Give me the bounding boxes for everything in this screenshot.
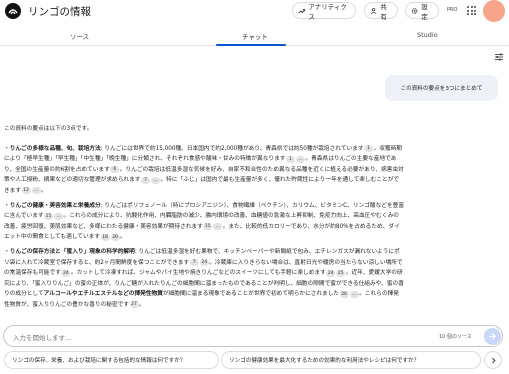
analytics-button[interactable]: アナリティクス — [292, 2, 356, 21]
point-3-title: りんごの保存方法と「蜜入り」現象の科学的解明 — [9, 248, 135, 255]
citation-chip[interactable]: 7 — [189, 259, 199, 267]
citation-chip[interactable]: 12 — [21, 187, 31, 195]
user-message-bubble: この資料の要点を3つにまとめて — [385, 75, 498, 101]
panel-tabs: ソース チャット Studio — [0, 27, 509, 46]
notebook-title[interactable]: リンゴの情報 — [28, 4, 91, 19]
point-1-text: 。 — [41, 187, 47, 194]
citation-chip[interactable]: 7 — [141, 176, 150, 184]
answer-point-2: ・りんごの健康・美容効果と栄養成分: りんごはポリフェノール（特にプロシアニジン… — [4, 202, 405, 241]
point-3-text: 。 — [139, 301, 145, 308]
gear-icon — [411, 7, 418, 14]
citation-chip[interactable]: 24 — [61, 269, 71, 277]
answer-intro: この資料の要点は以下の3点です。 — [4, 126, 93, 132]
answer-point-1: ・りんごの多様な品種、旬、栽培方法: りんごには世界で約15,000種、日本国内… — [4, 145, 404, 195]
assistant-answer: この資料の要点は以下の3点です。 ・りんごの多様な品種、旬、栽培方法: りんごに… — [4, 124, 404, 315]
citation-more-chip[interactable]: … — [31, 187, 41, 195]
suggestion-text: リンゴの保存、栄養、および栽培に関する包括的な情報は何ですか？ — [12, 358, 186, 364]
pro-badge: PRO — [447, 7, 458, 13]
citation-chip[interactable]: 24 — [326, 269, 336, 277]
citation-chip[interactable]: 20 — [110, 233, 120, 241]
arrow-right-icon — [489, 333, 497, 340]
citation-more-chip[interactable]: … — [349, 290, 359, 298]
source-count: 10 個のソース — [439, 334, 472, 340]
citation-chip[interactable]: 26 — [339, 290, 349, 298]
share-icon — [370, 7, 377, 14]
answer-point-3: ・りんごの保存方法と「蜜入り」現象の科学的解明: りんごは低温多湿を好む果物で、… — [4, 248, 404, 309]
point-1-text: : りんごには世界で約15,000種、日本国内で約2,000種があり、青森県では… — [100, 145, 364, 152]
citation-chip[interactable]: 27 — [129, 301, 139, 309]
settings-button[interactable]: 設定 — [405, 2, 439, 21]
send-button[interactable] — [484, 328, 501, 345]
point-3-emphasis: アルコールやエチルエステルなどの揮発性物質 — [43, 291, 163, 298]
user-message-text: この資料の要点を3つにまとめて — [400, 86, 483, 92]
point-3-text: 。カットして冷凍すれば、ジャムやパイ生地や焼きりんごなどのスイーツにしても手軽に… — [70, 270, 326, 277]
point-2-title: りんごの健康・美容効果と栄養成分 — [9, 202, 101, 209]
notebook-logo-icon[interactable] — [5, 3, 21, 19]
share-label: 共有 — [380, 2, 387, 21]
citation-more-chip[interactable]: … — [151, 176, 160, 184]
tab-chat[interactable]: チャット — [242, 31, 268, 41]
citation-chip[interactable]: 15 — [203, 223, 213, 231]
tab-sources[interactable]: ソース — [70, 31, 89, 41]
tab-studio[interactable]: Studio — [417, 31, 438, 39]
apps-grid-icon[interactable] — [467, 6, 476, 15]
share-button[interactable]: 共有 — [364, 2, 398, 21]
citation-chip[interactable]: 1 — [285, 155, 295, 163]
point-2-text: 。 — [120, 234, 126, 241]
point-3-text: が細胞間に溜まる現象であることが世界で初めて明らかにされました — [162, 291, 340, 298]
citation-chip[interactable]: 6 — [110, 166, 120, 174]
avatar[interactable] — [483, 0, 505, 22]
citation-more-chip[interactable]: … — [54, 212, 64, 220]
citation-chip[interactable]: 15 — [44, 212, 54, 220]
citation-chip[interactable]: 24 — [199, 259, 209, 267]
active-tab-indicator — [216, 44, 286, 46]
suggestion-chip[interactable]: リンゴの健康効果を最大化するための効果的な利用法やレシピは何ですか？ — [221, 351, 481, 369]
chat-input-box[interactable]: 入力を開始します... 10 個のソース — [3, 325, 503, 347]
suggestion-text: リンゴの健康効果を最大化するための効果的な利用法やレシピは何ですか？ — [229, 358, 420, 364]
analytics-label: アナリティクス — [308, 2, 347, 21]
citation-more-chip[interactable]: … — [213, 223, 223, 231]
chevron-right-icon — [491, 357, 496, 363]
citation-chip[interactable]: 25 — [336, 269, 346, 277]
citation-chip[interactable]: 18 — [100, 233, 110, 241]
trending-up-icon — [298, 8, 306, 14]
tune-settings-icon[interactable] — [494, 52, 504, 62]
point-1-title: りんごの多様な品種、旬、栽培方法 — [9, 145, 101, 152]
suggestion-chip[interactable]: リンゴの保存、栄養、および栽培に関する包括的な情報は何ですか？ — [4, 351, 219, 369]
settings-label: 設定 — [421, 2, 428, 21]
citation-more-chip[interactable]: … — [295, 155, 305, 163]
citation-chip[interactable]: 1 — [364, 145, 374, 153]
app-header: リンゴの情報 アナリティクス 共有 設定 PRO — [0, 0, 509, 22]
next-suggestions-button[interactable] — [484, 351, 502, 369]
chat-input-placeholder[interactable]: 入力を開始します... — [13, 332, 71, 342]
